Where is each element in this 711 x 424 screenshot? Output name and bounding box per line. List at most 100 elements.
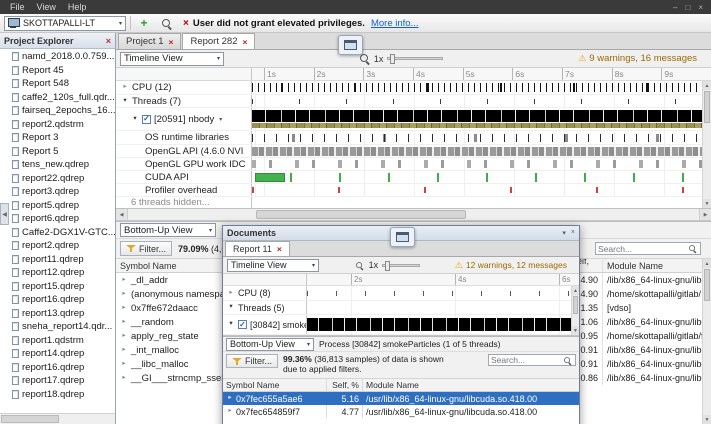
target-device-select[interactable]: SKOTTAPALLI-LT ▾ xyxy=(4,16,126,31)
timeline-row-threads[interactable]: ▾ Threads (5) xyxy=(223,301,579,315)
expand-icon[interactable]: ▸ xyxy=(120,347,128,354)
tree-item[interactable]: Report 3 xyxy=(0,131,115,145)
column-header-self[interactable]: Self, % xyxy=(327,379,363,391)
timeline-row-profiler-overhead[interactable]: Profiler overhead xyxy=(116,184,711,197)
opengl-gpu-track[interactable] xyxy=(252,158,711,170)
expand-icon[interactable]: ▸ xyxy=(226,408,234,415)
timeline-row-threads[interactable]: ▾ Threads (7) xyxy=(116,95,711,108)
tab-report-282[interactable]: Report 282 × xyxy=(182,33,255,49)
search-input[interactable] xyxy=(598,244,687,254)
timeline-row-smokeparticles[interactable]: ▾ ✓ [30842] smokeParticles xyxy=(223,315,579,335)
tree-item[interactable]: report18.qdrep xyxy=(0,388,115,402)
row-options-icon[interactable]: ▾ xyxy=(219,116,222,123)
expand-icon[interactable]: ▸ xyxy=(120,333,128,340)
timeline-row-cpu[interactable]: ▸ CPU (8) xyxy=(223,286,579,301)
maximize-button[interactable]: □ xyxy=(685,3,690,12)
tab-close-icon[interactable]: × xyxy=(277,244,282,254)
scroll-thumb[interactable] xyxy=(573,296,578,314)
timeline-row-os-runtime[interactable]: OS runtime libraries xyxy=(116,131,711,145)
timeline-hscrollbar[interactable]: ◀ ▶ xyxy=(116,209,711,221)
bottom-view-select[interactable]: Bottom-Up View ▾ xyxy=(120,223,216,237)
timeline-row-opengl-gpu[interactable]: OpenGL GPU work IDC xyxy=(116,158,711,171)
menu-item[interactable]: File xyxy=(4,0,31,14)
tree-item[interactable]: report2.qdrep xyxy=(0,239,115,253)
scroll-thumb[interactable] xyxy=(1,415,59,423)
tree-item[interactable]: report12.qdrep xyxy=(0,266,115,280)
tab-report-11[interactable]: Report 11 × xyxy=(225,241,290,256)
sidebar-collapse-handle[interactable]: ◀ xyxy=(0,203,9,225)
timeline-row-hidden-threads[interactable]: 6 threads hidden... xyxy=(116,197,711,208)
search-box[interactable] xyxy=(595,242,701,255)
scroll-thumb[interactable] xyxy=(704,269,710,301)
scroll-thumb[interactable] xyxy=(256,210,466,219)
bottom-view-select[interactable]: Bottom-Up View ▾ xyxy=(226,338,314,351)
window-menu-icon[interactable]: ▾ xyxy=(562,229,566,237)
dock-guide-icon[interactable] xyxy=(390,227,415,247)
opengl-api-track[interactable] xyxy=(252,145,711,157)
scroll-up-button[interactable]: ▲ xyxy=(572,286,579,295)
project-tree-hscrollbar[interactable] xyxy=(0,413,115,424)
thread-checkbox[interactable]: ✓ xyxy=(238,320,247,329)
expand-icon[interactable]: ▸ xyxy=(120,361,128,368)
tab-close-icon[interactable]: × xyxy=(242,37,247,47)
filter-button[interactable]: Filter... xyxy=(226,354,278,368)
scroll-left-button[interactable]: ◀ xyxy=(116,209,128,220)
thread-checkbox[interactable]: ✓ xyxy=(142,115,151,124)
timeline-row-cuda-api[interactable]: CUDA API xyxy=(116,171,711,184)
timeline-vscrollbar[interactable]: ▲ ▼ xyxy=(571,286,579,335)
os-runtime-track[interactable] xyxy=(252,131,711,144)
smokeparticles-activity-track[interactable] xyxy=(307,315,579,334)
search-input[interactable] xyxy=(491,355,562,365)
scroll-thumb[interactable] xyxy=(704,91,710,123)
expand-icon[interactable]: ▸ xyxy=(120,319,128,326)
tree-item[interactable]: report22.qdrep xyxy=(0,172,115,186)
view-mode-select[interactable]: Timeline View ▾ xyxy=(120,52,224,66)
expand-icon[interactable]: ▸ xyxy=(120,277,128,284)
scroll-up-button[interactable]: ▲ xyxy=(703,259,711,268)
tree-item[interactable]: fairseq_2epochs_16... xyxy=(0,104,115,118)
filter-button[interactable]: Filter... xyxy=(120,241,172,256)
zoom-slider[interactable] xyxy=(387,57,443,60)
tree-item[interactable]: report13.qdrep xyxy=(0,307,115,321)
column-header-module[interactable]: Module Name xyxy=(603,259,711,272)
table-vscrollbar[interactable]: ▲ ▼ xyxy=(702,259,711,424)
close-panel-icon[interactable]: × xyxy=(106,36,111,46)
zoom-slider-thumb[interactable] xyxy=(385,261,390,271)
messages-link[interactable]: ⚠ 9 warnings, 16 messages xyxy=(578,53,707,64)
tab-project-1[interactable]: Project 1 × xyxy=(118,33,181,49)
tab-close-icon[interactable]: × xyxy=(169,37,174,47)
tree-item[interactable]: tens_new.qdrep xyxy=(0,158,115,172)
tree-item[interactable]: report2.qdstrm xyxy=(0,118,115,132)
timeline-row-cpu[interactable]: ▸ CPU (12) xyxy=(116,81,711,95)
menu-item[interactable]: Help xyxy=(62,0,93,14)
symbol-row[interactable]: ▸ 0x7fec654859f7 4.77 /usr/lib/x86_64-li… xyxy=(223,405,579,418)
cpu-activity-track[interactable] xyxy=(252,81,711,94)
expand-icon[interactable]: ▸ xyxy=(120,291,128,298)
window-close-icon[interactable]: × xyxy=(571,229,575,237)
dock-guide-icon[interactable] xyxy=(338,35,363,55)
tree-item[interactable]: report3.qdrep xyxy=(0,185,115,199)
tree-item[interactable]: Report 548 xyxy=(0,77,115,91)
threads-activity-track[interactable] xyxy=(252,95,711,107)
column-header-module[interactable]: Module Name xyxy=(363,379,579,391)
expand-icon[interactable]: ▸ xyxy=(121,84,129,91)
nbody-activity-track[interactable] xyxy=(252,108,711,130)
cuda-range-block[interactable] xyxy=(255,173,285,182)
zoom-icon[interactable] xyxy=(355,261,363,269)
timeline-row-nbody-thread[interactable]: ▾ ✓ [20591] nbody ▾ xyxy=(116,108,711,131)
tree-item[interactable]: report11.qdrep xyxy=(0,253,115,267)
close-button[interactable]: × xyxy=(698,3,703,12)
expand-icon[interactable]: ▸ xyxy=(227,290,235,297)
collapse-icon[interactable]: ▾ xyxy=(121,98,129,105)
collapse-icon[interactable]: ▾ xyxy=(227,321,235,328)
tree-item[interactable]: sneha_report14.qdr... xyxy=(0,320,115,334)
scroll-down-button[interactable]: ▼ xyxy=(703,415,711,424)
view-mode-select[interactable]: Timeline View ▾ xyxy=(227,259,319,272)
cuda-api-track[interactable] xyxy=(252,171,711,183)
tree-item[interactable]: report1.qdstrm xyxy=(0,334,115,348)
expand-icon[interactable]: ▸ xyxy=(120,305,128,312)
zoom-slider[interactable] xyxy=(382,264,420,267)
add-target-button[interactable]: + xyxy=(135,15,153,31)
tree-item[interactable]: Report 45 xyxy=(0,64,115,78)
collapse-icon[interactable]: ▾ xyxy=(131,116,139,123)
